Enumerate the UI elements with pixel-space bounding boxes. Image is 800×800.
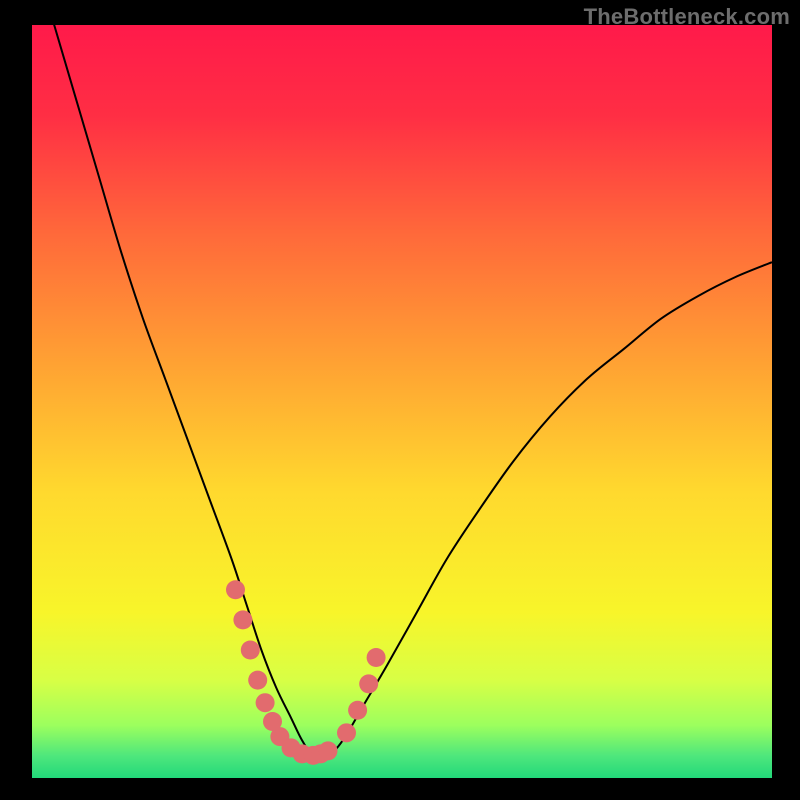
curve-marker <box>248 671 267 690</box>
curve-marker <box>348 701 367 720</box>
watermark-text: TheBottleneck.com <box>584 4 790 30</box>
curve-marker <box>367 648 386 667</box>
gradient-background <box>32 25 772 778</box>
chart-frame: { "watermark": "TheBottleneck.com", "col… <box>0 0 800 800</box>
curve-marker <box>256 693 275 712</box>
curve-marker <box>319 741 338 760</box>
curve-marker <box>233 610 252 629</box>
curve-marker <box>359 674 378 693</box>
curve-marker <box>337 723 356 742</box>
curve-marker <box>241 640 260 659</box>
curve-marker <box>226 580 245 599</box>
bottleneck-chart <box>0 0 800 800</box>
